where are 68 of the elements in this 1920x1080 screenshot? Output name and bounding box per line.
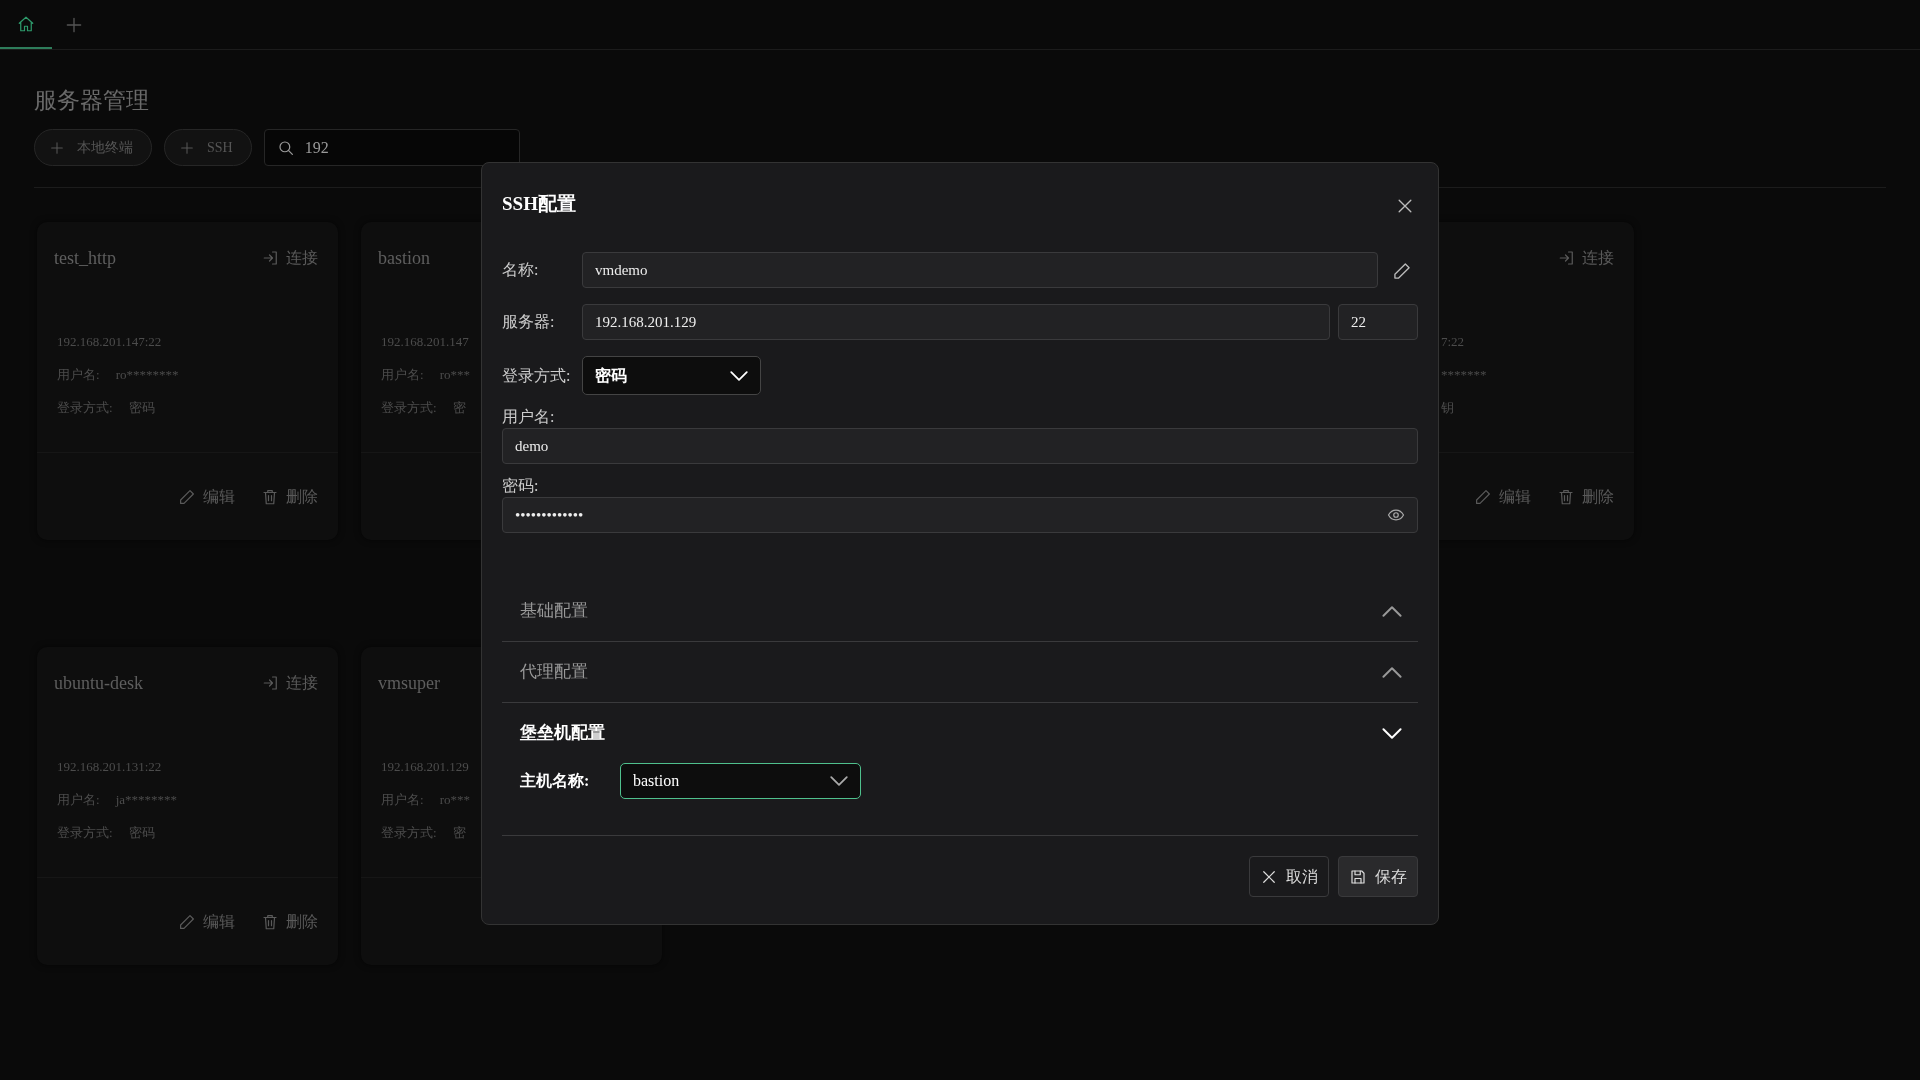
login-method-label: 登录方式: [57, 824, 113, 842]
field-label: 名称: [502, 260, 540, 280]
login-icon [262, 674, 280, 692]
password-field[interactable]: ••••••••••••• [502, 497, 1418, 533]
host-address: 192.168.201.147 [381, 333, 469, 351]
login-method-label: 登录方式: [381, 824, 437, 842]
home-icon [17, 14, 35, 33]
host-address: 192.168.201.147:22 [57, 333, 162, 351]
chevron-down-icon [1382, 727, 1402, 739]
login-method-label: 登录方式: [381, 399, 437, 417]
username-label: 用户名: [381, 791, 424, 809]
host-address: 192.168.201.129 [381, 758, 469, 776]
chevron-down-icon [830, 776, 848, 786]
login-method-select[interactable]: 密码 [582, 356, 761, 395]
host-select[interactable]: bastion [620, 763, 861, 799]
page-title: 服务器管理 [34, 87, 150, 115]
host-address: 192.168.201.131:22 [57, 758, 162, 776]
username-label: 用户名: [57, 366, 100, 384]
username-value: ******* [1441, 366, 1487, 384]
username-value: ja******** [115, 791, 177, 809]
dialog-title: SSH配置 [502, 192, 576, 216]
field-label: 服务器: [502, 312, 556, 332]
login-method-value: 密码 [128, 824, 155, 842]
pencil-icon [178, 912, 196, 931]
username-label: 用户名: [57, 791, 100, 809]
search-field[interactable]: 192 [263, 129, 520, 166]
cancel-button[interactable]: 取消 [1249, 856, 1329, 897]
chevron-up-icon [1382, 605, 1402, 617]
login-icon [1558, 249, 1576, 267]
username-label: 用户名: [381, 366, 424, 384]
pencil-icon [1392, 261, 1412, 282]
field-label: 主机名称: [520, 771, 591, 791]
login-method-label: 登录方式: [57, 399, 113, 417]
login-method-value: 钥 [1441, 399, 1454, 417]
trash-icon [1557, 487, 1575, 506]
field-label: 密码: [502, 476, 540, 496]
field-label: 登录方式: [502, 365, 572, 386]
save-button[interactable]: 保存 [1338, 856, 1418, 897]
chevron-up-icon [1382, 666, 1402, 678]
section-header[interactable]: 基础配置 [502, 581, 1418, 641]
login-icon [262, 249, 280, 267]
field-label: 用户名: [502, 407, 556, 427]
pencil-icon [178, 487, 196, 506]
username-value: ro*** [439, 366, 470, 384]
section-header[interactable]: 堡垒机配置 [502, 703, 1418, 763]
login-method-value: 密 [452, 824, 466, 842]
server-name: ubuntu-desk [54, 672, 143, 695]
chevron-down-icon [730, 370, 748, 381]
host-field[interactable]: 192.168.201.129 [582, 304, 1330, 340]
server-name: vmsuper [378, 672, 440, 695]
username-value: ro*** [439, 791, 470, 809]
search-icon [276, 138, 295, 157]
server-name: bastion [378, 247, 430, 270]
login-method-value: 密码 [128, 399, 155, 417]
pencil-icon [1474, 487, 1492, 506]
section-header[interactable]: 代理配置 [502, 642, 1418, 702]
server-name: test_http [54, 247, 116, 270]
username-value: ro******** [115, 366, 179, 384]
port-field[interactable]: 22 [1338, 304, 1418, 340]
login-method-value: 密 [452, 399, 466, 417]
name-field[interactable]: vmdemo [582, 252, 1378, 288]
trash-icon [261, 912, 279, 931]
trash-icon [261, 487, 279, 506]
plus-icon [49, 139, 65, 156]
host-address: 7:22 [1441, 333, 1465, 351]
save-icon [1349, 867, 1367, 886]
username-field[interactable]: demo [502, 428, 1418, 464]
plus-icon [179, 139, 195, 156]
